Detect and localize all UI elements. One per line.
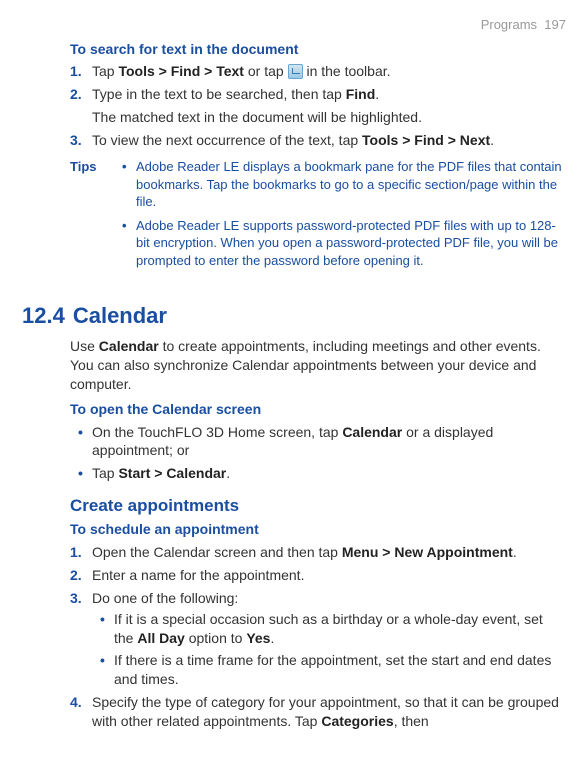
section-title: Calendar — [73, 303, 167, 328]
tips-label: Tips — [70, 158, 122, 275]
list-item: If there is a time frame for the appoint… — [114, 651, 566, 689]
search-step-1: 1. Tap Tools > Find > Text or tap in the… — [92, 62, 566, 81]
tip-item: Adobe Reader LE supports password-protec… — [136, 217, 566, 270]
schedule-step-2: 2. Enter a name for the appointment. — [92, 566, 566, 585]
header-page-number: 197 — [544, 17, 566, 32]
list-item: Tap Start > Calendar. — [92, 464, 566, 483]
create-appointments-heading: Create appointments — [70, 495, 566, 518]
schedule-steps: 1. Open the Calendar screen and then tap… — [70, 543, 566, 731]
list-item: On the TouchFLO 3D Home screen, tap Cale… — [92, 423, 566, 461]
search-step-2: 2. Type in the text to be searched, then… — [92, 85, 566, 127]
tips-block: Tips Adobe Reader LE displays a bookmark… — [70, 158, 566, 275]
tip-item: Adobe Reader LE displays a bookmark pane… — [136, 158, 566, 211]
tips-body: Adobe Reader LE displays a bookmark pane… — [122, 158, 566, 275]
step-marker: 1. — [70, 62, 82, 81]
step-text: Tap Tools > Find > Text or tap in the to… — [92, 63, 391, 79]
schedule-step-4: 4. Specify the type of category for your… — [92, 693, 566, 731]
search-steps: 1. Tap Tools > Find > Text or tap in the… — [70, 62, 566, 150]
step-text: Specify the type of category for your ap… — [92, 694, 559, 729]
step-text: To view the next occurrence of the text,… — [92, 132, 494, 148]
step-marker: 2. — [70, 566, 82, 585]
open-calendar-list: On the TouchFLO 3D Home screen, tap Cale… — [70, 423, 566, 484]
step-marker: 2. — [70, 85, 82, 104]
find-icon — [288, 64, 303, 79]
step-marker: 1. — [70, 543, 82, 562]
header-section: Programs — [481, 17, 537, 32]
page-header: Programs 197 — [22, 16, 566, 34]
section-number: 12.4 — [22, 303, 65, 328]
page-content: To search for text in the document 1. Ta… — [22, 40, 566, 732]
step-extra: The matched text in the document will be… — [92, 108, 566, 127]
step-text: Enter a name for the appointment. — [92, 567, 304, 583]
calendar-section-heading: 12.4 Calendar — [22, 301, 566, 331]
step-marker: 3. — [70, 589, 82, 608]
calendar-intro: Use Calendar to create appointments, inc… — [70, 337, 566, 394]
search-step-3: 3. To view the next occurrence of the te… — [92, 131, 566, 150]
step-marker: 4. — [70, 693, 82, 712]
step-marker: 3. — [70, 131, 82, 150]
schedule-heading: To schedule an appointment — [70, 520, 566, 539]
open-calendar-heading: To open the Calendar screen — [70, 400, 566, 419]
search-heading: To search for text in the document — [70, 40, 566, 59]
sub-options: If it is a special occasion such as a bi… — [92, 610, 566, 690]
step-text: Type in the text to be searched, then ta… — [92, 86, 379, 102]
step-text: Do one of the following: — [92, 590, 238, 606]
schedule-step-3: 3. Do one of the following: If it is a s… — [92, 589, 566, 689]
schedule-step-1: 1. Open the Calendar screen and then tap… — [92, 543, 566, 562]
step-text: Open the Calendar screen and then tap Me… — [92, 544, 517, 560]
list-item: If it is a special occasion such as a bi… — [114, 610, 566, 648]
